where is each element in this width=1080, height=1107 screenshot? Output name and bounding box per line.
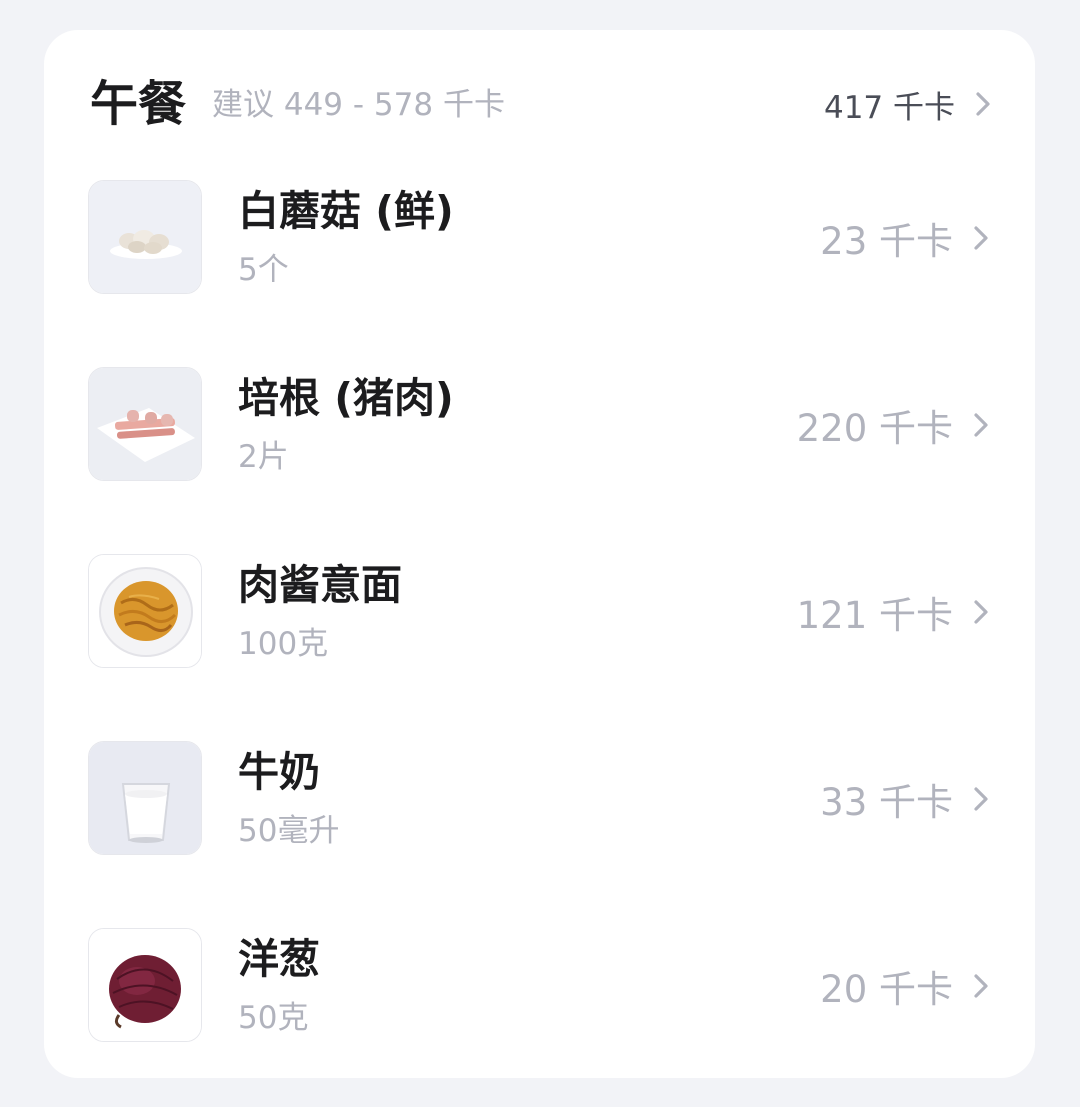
meal-total-kcal: 417 千卡 (823, 89, 955, 126)
food-amount: 100克 (238, 626, 329, 662)
food-item-bacon[interactable]: 培根 (猪肉) 2片 220 千卡 (44, 367, 1035, 487)
chevron-right-icon (971, 411, 991, 439)
onion-thumb (88, 928, 202, 1042)
food-kcal-area: 23 千卡 (820, 214, 991, 263)
mushroom-thumb (88, 180, 202, 294)
food-item-pasta[interactable]: 肉酱意面 100克 121 千卡 (44, 554, 1035, 674)
chevron-right-icon (973, 90, 993, 118)
food-name: 牛奶 (238, 748, 320, 796)
food-kcal-area: 33 千卡 (820, 775, 991, 824)
meal-suggestion: 建议 449 - 578 千卡 (212, 87, 505, 123)
food-amount: 5个 (238, 252, 289, 288)
food-kcal: 220 千卡 (796, 407, 953, 450)
food-name: 洋葱 (238, 935, 320, 983)
chevron-right-icon (971, 972, 991, 1000)
food-amount: 2片 (238, 439, 289, 475)
food-kcal: 33 千卡 (820, 781, 953, 824)
food-kcal: 20 千卡 (820, 968, 953, 1011)
food-item-milk[interactable]: 牛奶 50毫升 33 千卡 (44, 741, 1035, 861)
food-kcal-area: 121 千卡 (796, 588, 991, 637)
food-name: 肉酱意面 (238, 561, 402, 609)
food-item-mushroom[interactable]: 白蘑菇 (鲜) 5个 23 千卡 (44, 180, 1035, 300)
food-amount: 50克 (238, 1000, 309, 1036)
meal-card: 午餐 建议 449 - 578 千卡 417 千卡 白蘑菇 (鲜) 5个 23 … (44, 30, 1035, 1078)
food-amount: 50毫升 (238, 813, 340, 849)
food-kcal: 23 千卡 (820, 220, 953, 263)
food-item-onion[interactable]: 洋葱 50克 20 千卡 (44, 928, 1035, 1048)
food-kcal: 121 千卡 (796, 594, 953, 637)
food-kcal-area: 220 千卡 (796, 401, 991, 450)
food-name: 培根 (猪肉) (238, 374, 454, 422)
bacon-thumb (88, 367, 202, 481)
milk-thumb (88, 741, 202, 855)
pasta-thumb (88, 554, 202, 668)
meal-total-button[interactable]: 417 千卡 (824, 80, 993, 128)
meal-title: 午餐 (90, 76, 187, 132)
chevron-right-icon (971, 598, 991, 626)
food-name: 白蘑菇 (鲜) (238, 187, 454, 235)
food-kcal-area: 20 千卡 (820, 962, 991, 1011)
chevron-right-icon (971, 224, 991, 252)
meal-header: 午餐 建议 449 - 578 千卡 417 千卡 (44, 30, 1035, 180)
chevron-right-icon (971, 785, 991, 813)
